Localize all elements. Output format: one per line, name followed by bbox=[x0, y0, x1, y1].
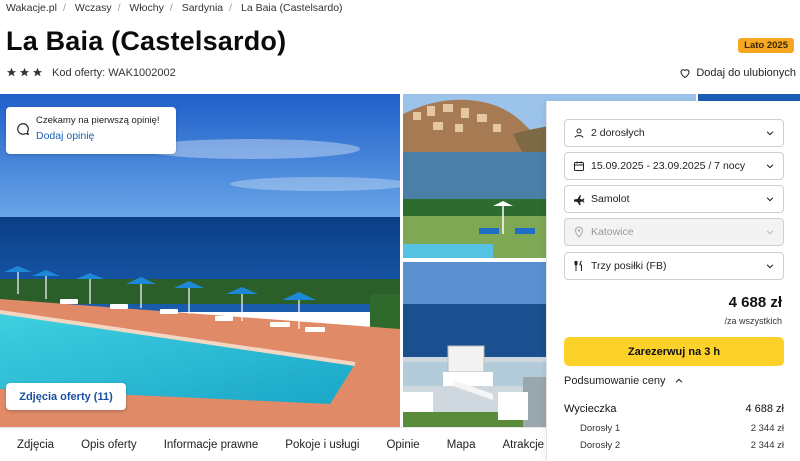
offer-tabs: Zdjęcia Opis oferty Informacje prawne Po… bbox=[0, 427, 548, 461]
chevron-up-icon bbox=[675, 378, 682, 383]
chevron-down-icon bbox=[766, 197, 774, 202]
summary-adult-row: Dorosły 1 2 344 zł bbox=[564, 423, 784, 434]
board-select[interactable]: Trzy posiłki (FB) bbox=[564, 252, 784, 280]
favorites-label: Dodaj do ulubionych bbox=[696, 67, 796, 79]
person-icon bbox=[574, 128, 584, 138]
dates-select[interactable]: 15.09.2025 - 23.09.2025 / 7 nocy bbox=[564, 152, 784, 180]
summary-adult-label: Dorosły 2 bbox=[580, 440, 621, 451]
star-icon bbox=[32, 67, 43, 77]
page-title: La Baia (Castelsardo) bbox=[6, 26, 287, 56]
price-summary-toggle[interactable]: Podsumowanie ceny bbox=[564, 375, 684, 387]
star-rating bbox=[6, 67, 43, 78]
tab-attractions[interactable]: Atrakcje w okolicy bbox=[502, 439, 548, 451]
tab-rooms-services[interactable]: Pokoje i usługi bbox=[285, 439, 359, 451]
season-badge: Lato 2025 bbox=[738, 38, 794, 53]
departure-value: Katowice bbox=[591, 226, 634, 238]
tab-photos[interactable]: Zdjęcia bbox=[17, 439, 54, 451]
price-summary-label: Podsumowanie ceny bbox=[564, 375, 666, 387]
plane-icon bbox=[574, 195, 585, 205]
breadcrumb: Wakacje.pl / Wczasy / Włochy / Sardynia / La… bbox=[6, 2, 343, 14]
heart-icon bbox=[680, 69, 690, 79]
tab-map[interactable]: Mapa bbox=[447, 439, 476, 451]
chevron-down-icon bbox=[766, 230, 774, 235]
summary-trip-value: 4 688 zł bbox=[745, 403, 784, 415]
breadcrumb-home[interactable]: Wakacje.pl bbox=[6, 2, 57, 14]
calendar-icon bbox=[574, 161, 584, 171]
breadcrumb-current: La Baia (Castelsardo) bbox=[240, 2, 343, 14]
add-review-link[interactable]: Dodaj opinię bbox=[36, 130, 168, 142]
tab-legal-info[interactable]: Informacje prawne bbox=[164, 439, 259, 451]
chevron-down-icon bbox=[766, 131, 774, 136]
guests-value: 2 dorosłych bbox=[591, 127, 645, 139]
comment-icon bbox=[17, 123, 30, 136]
guests-select[interactable]: 2 dorosłych bbox=[564, 119, 784, 147]
summary-adult-value: 2 344 zł bbox=[750, 440, 784, 451]
summary-adult-value: 2 344 zł bbox=[750, 423, 784, 434]
cutlery-icon bbox=[574, 260, 582, 271]
breadcrumb-region[interactable]: Sardynia bbox=[182, 2, 223, 14]
add-to-favorites-button[interactable]: Dodaj do ulubionych bbox=[679, 67, 796, 79]
price-note: /za wszystkich bbox=[724, 316, 782, 326]
booking-panel: 2 dorosłych 15.09.2025 - 23.09.2025 / 7 … bbox=[546, 101, 800, 461]
breadcrumb-country[interactable]: Włochy bbox=[129, 2, 163, 14]
review-prompt: Czekamy na pierwszą opinię! bbox=[36, 115, 160, 126]
dates-value: 15.09.2025 - 23.09.2025 / 7 nocy bbox=[591, 160, 746, 172]
tab-description[interactable]: Opis oferty bbox=[81, 439, 137, 451]
chevron-down-icon bbox=[766, 264, 774, 269]
photos-button[interactable]: Zdjęcia oferty (11) bbox=[6, 383, 126, 410]
transport-value: Samolot bbox=[591, 193, 630, 205]
location-icon bbox=[574, 226, 584, 238]
summary-trip-row: Wycieczka 4 688 zł bbox=[564, 403, 784, 415]
book-button[interactable]: Zarezerwuj na 3 h bbox=[564, 337, 784, 366]
transport-select[interactable]: Samolot bbox=[564, 185, 784, 213]
chevron-down-icon bbox=[766, 164, 774, 169]
offer-code: Kod oferty: WAK1002002 bbox=[52, 67, 176, 79]
summary-adult-label: Dorosły 1 bbox=[580, 423, 621, 434]
total-price: 4 688 zł bbox=[728, 294, 782, 311]
star-icon bbox=[19, 67, 30, 77]
board-value: Trzy posiłki (FB) bbox=[591, 260, 667, 272]
summary-adult-row: Dorosły 2 2 344 zł bbox=[564, 440, 784, 451]
tab-reviews[interactable]: Opinie bbox=[386, 439, 419, 451]
departure-select: Katowice bbox=[564, 218, 784, 246]
review-card: Czekamy na pierwszą opinię! Dodaj opinię bbox=[6, 107, 176, 154]
star-icon bbox=[6, 67, 17, 77]
summary-trip-label: Wycieczka bbox=[564, 403, 617, 415]
breadcrumb-wczasy[interactable]: Wczasy bbox=[75, 2, 112, 14]
